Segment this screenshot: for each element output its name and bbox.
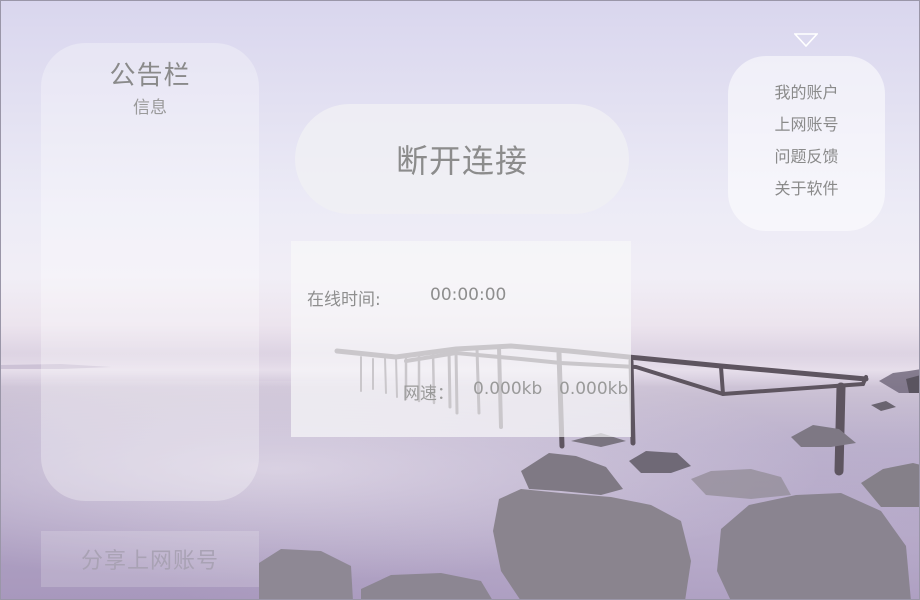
network-speed-down-value: 0.000kb [559,379,629,399]
menu-item-internet-account[interactable]: 上网账号 [728,115,885,135]
menu-item-about[interactable]: 关于软件 [728,179,885,199]
connection-status-panel [291,241,631,437]
notice-board-title: 公告栏 [109,61,191,91]
menu-item-my-account[interactable]: 我的账户 [728,83,885,103]
network-speed-up-value: 0.000kb [473,379,543,399]
menu-item-feedback[interactable]: 问题反馈 [728,147,885,167]
disconnect-button[interactable]: 断开连接 [295,104,629,214]
online-time-label: 在线时间: [307,290,381,310]
network-speed-label: 网速： [403,384,454,404]
share-account-button[interactable]: 分享上网账号 [41,531,259,587]
notice-board-subtitle: 信息 [133,98,167,118]
online-time-value: 00:00:00 [430,285,507,305]
triangle-down-icon[interactable] [794,33,818,47]
app-window: 公告栏 信息 断开连接 在线时间: 00:00:00 网速： 0.000kb 0… [0,0,920,600]
